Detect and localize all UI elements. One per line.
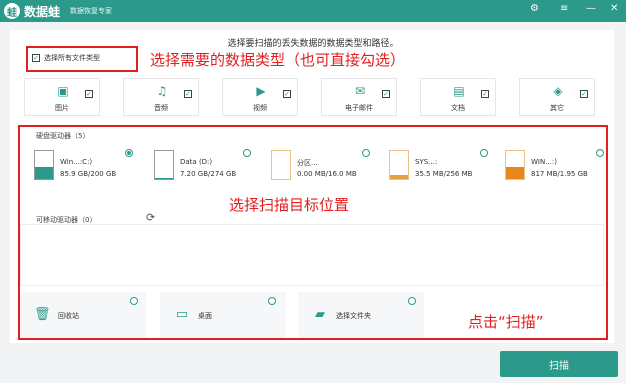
desktop-icon: ▭ <box>175 307 189 322</box>
type-checkbox[interactable]: ✓ <box>481 81 489 100</box>
menu-icon[interactable]: ≡ <box>560 3 568 14</box>
file-type-label: 其它 <box>550 104 564 112</box>
drive-icon <box>271 150 291 180</box>
drive-size: 35.5 MB/256 MB <box>415 170 473 178</box>
location-desktop[interactable]: ▭ 桌面 <box>160 292 286 338</box>
file-type-email[interactable]: ✉ ✓ 电子邮件 <box>321 78 397 116</box>
location-label: 回收站 <box>58 312 79 320</box>
location-select-folder[interactable]: ▰ 选择文件夹 <box>298 292 424 338</box>
document-icon: ▤ <box>453 84 465 98</box>
file-type-video[interactable]: ▶ ✓ 视频 <box>222 78 298 116</box>
type-checkbox[interactable]: ✓ <box>85 81 93 100</box>
location-radio[interactable] <box>130 297 138 305</box>
app-subtitle: 数据恢复专家 <box>70 7 112 15</box>
other-icon: ◈ <box>553 84 563 98</box>
select-all-checkbox[interactable]: ✓ 选择所有文件类型 <box>32 53 100 63</box>
checkbox-checked-icon[interactable]: ✓ <box>32 54 40 62</box>
annotation-click-scan: 点击“扫描” <box>468 313 544 331</box>
drive-size: 7.20 GB/274 GB <box>180 170 237 178</box>
music-icon: ♫ <box>156 84 168 98</box>
file-type-audio[interactable]: ♫ ✓ 音频 <box>123 78 199 116</box>
drive-name: 分区... <box>297 159 318 167</box>
annotation-choose-type: 选择需要的数据类型（也可直接勾选） <box>150 51 406 69</box>
file-type-other[interactable]: ◈ ✓ 其它 <box>519 78 595 116</box>
app-name: 数据蛙 <box>24 5 61 19</box>
file-type-label: 音频 <box>154 104 168 112</box>
drive-c-radio[interactable] <box>125 149 133 157</box>
drive-size: 85.9 GB/200 GB <box>60 170 117 178</box>
minimize-icon[interactable]: — <box>586 3 596 14</box>
hard-drives-label: 硬盘驱动器（5） <box>36 132 90 140</box>
drive-icon <box>389 150 409 180</box>
drive-d-radio[interactable] <box>243 149 251 157</box>
drive-name: WIN...:) <box>531 158 557 166</box>
file-type-label: 视频 <box>253 104 267 112</box>
drive-usage-fill <box>155 178 173 179</box>
drive-usage-fill <box>506 167 524 179</box>
drive-icon <box>505 150 525 180</box>
file-type-label: 文档 <box>451 104 465 112</box>
location-radio[interactable] <box>408 297 416 305</box>
type-checkbox[interactable]: ✓ <box>184 81 192 100</box>
refresh-icon[interactable]: ⟳ <box>146 211 155 224</box>
type-checkbox[interactable]: ✓ <box>580 81 588 100</box>
location-radio[interactable] <box>268 297 276 305</box>
image-icon: ▣ <box>57 84 69 98</box>
drive-icon <box>34 150 54 180</box>
location-label: 选择文件夹 <box>336 312 371 320</box>
drive-partition-radio[interactable] <box>362 149 370 157</box>
folder-icon: ▰ <box>315 307 325 322</box>
drive-usage-fill <box>35 166 53 179</box>
title-bar: 蛙 数据蛙 数据恢复专家 ⚙ ≡ — ✕ <box>0 0 626 22</box>
annotation-choose-location: 选择扫描目标位置 <box>229 196 350 214</box>
drive-usage-fill <box>390 175 408 179</box>
app-logo: 蛙 <box>4 3 20 19</box>
location-recycle-bin[interactable]: 🗑 回收站 <box>20 292 146 338</box>
removable-drives-area <box>20 224 604 286</box>
scan-button[interactable]: 扫描 <box>500 351 618 377</box>
drive-sys-radio[interactable] <box>480 149 488 157</box>
file-type-documents[interactable]: ▤ ✓ 文档 <box>420 78 496 116</box>
drive-win-radio[interactable] <box>596 149 604 157</box>
drive-icon <box>154 150 174 180</box>
drive-name: Win...:C:) <box>60 158 93 166</box>
file-type-images[interactable]: ▣ ✓ 图片 <box>24 78 100 116</box>
drive-name: SYS...: <box>415 158 438 166</box>
drive-size: 817 MB/1.95 GB <box>531 170 588 178</box>
drive-size: 0.00 MB/16.0 MB <box>297 170 357 178</box>
settings-icon[interactable]: ⚙ <box>530 3 539 14</box>
location-label: 桌面 <box>198 312 212 320</box>
mail-icon: ✉ <box>354 84 366 98</box>
file-type-label: 电子邮件 <box>345 104 373 112</box>
file-type-label: 图片 <box>55 104 69 112</box>
trash-icon: 🗑 <box>34 307 51 322</box>
type-checkbox[interactable]: ✓ <box>283 81 291 100</box>
close-icon[interactable]: ✕ <box>610 3 618 14</box>
drive-name: Data (D:) <box>180 158 213 166</box>
select-all-label: 选择所有文件类型 <box>44 54 100 62</box>
video-icon: ▶ <box>256 84 266 98</box>
type-checkbox[interactable]: ✓ <box>382 81 390 100</box>
